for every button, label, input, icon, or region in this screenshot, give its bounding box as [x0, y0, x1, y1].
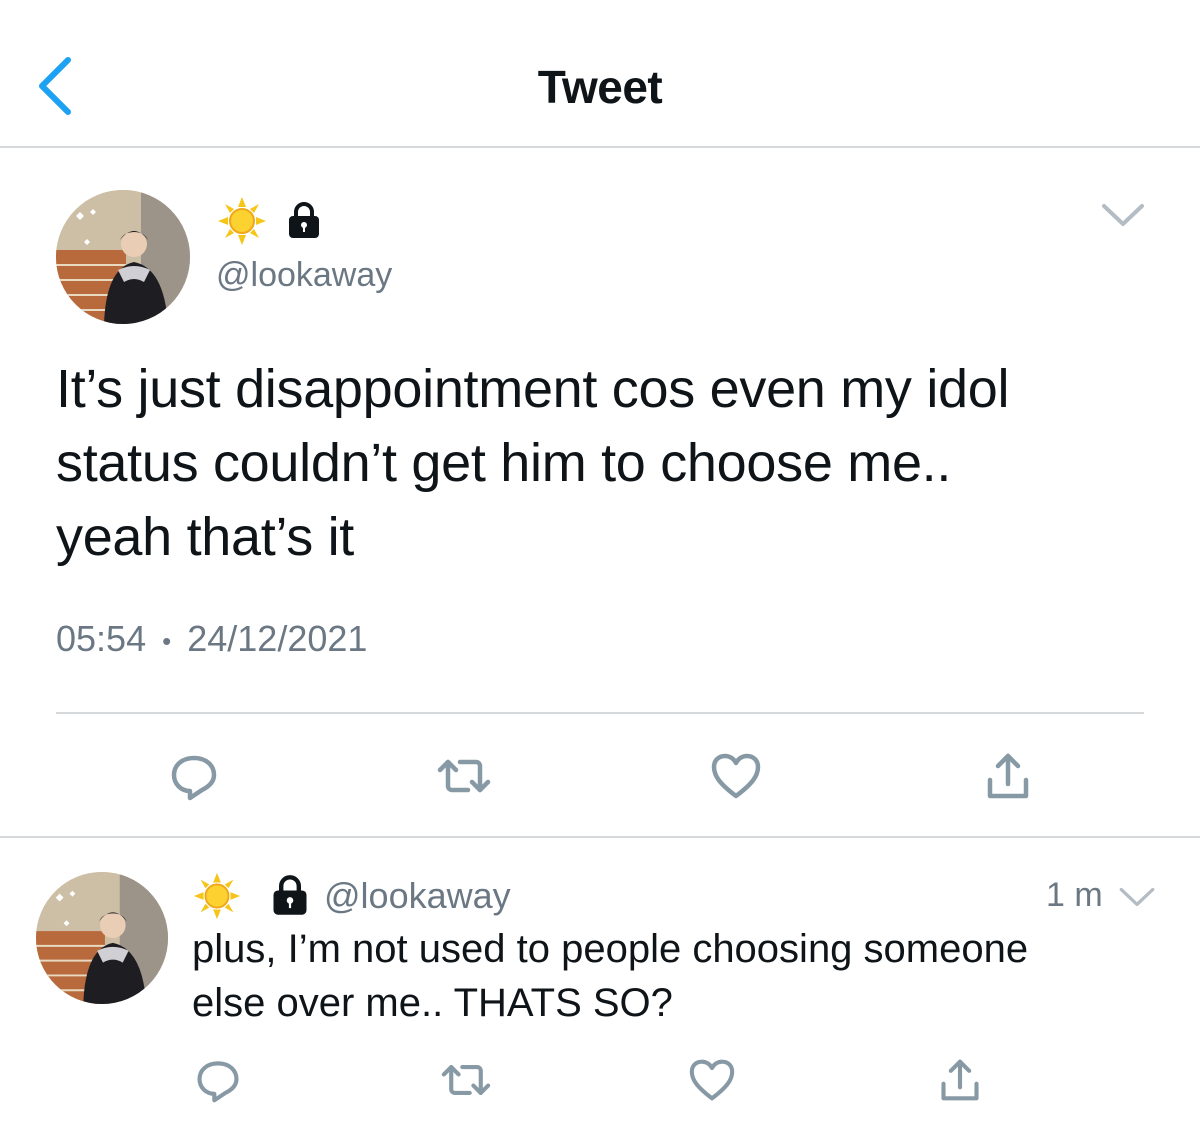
chevron-down-icon: [1119, 887, 1155, 907]
page-title: Tweet: [537, 61, 663, 113]
reply-handle[interactable]: @lookaway: [324, 875, 511, 917]
divider: [56, 712, 1144, 714]
lock-icon: [273, 875, 307, 915]
tweet-timestamp: 05:54 • 24/12/2021: [56, 618, 367, 660]
share-button[interactable]: [978, 746, 1038, 806]
like-button[interactable]: [706, 746, 766, 806]
tweet-text: It’s just disappointment cos even my ido…: [56, 352, 1156, 574]
tweet-text-line: yeah that’s it: [56, 507, 354, 567]
navigation-bar: Tweet: [0, 0, 1200, 148]
reply-text: plus, I’m not used to people choosing so…: [192, 922, 1182, 1030]
reply-button[interactable]: [190, 1052, 246, 1108]
retweet-button[interactable]: [434, 746, 494, 806]
reply-age: 1 m: [1046, 876, 1103, 914]
tweet-text-line: status couldn’t get him to choose me..: [56, 433, 952, 493]
sun-emoji-icon: [218, 197, 266, 245]
sun-emoji-icon: [193, 872, 241, 920]
avatar[interactable]: [36, 872, 168, 1004]
tweet-time: 05:54: [56, 618, 147, 659]
avatar[interactable]: [56, 190, 190, 324]
share-button[interactable]: [932, 1052, 988, 1108]
tweet-options-button[interactable]: [1100, 200, 1146, 230]
chevron-down-icon: [1102, 204, 1144, 226]
like-button[interactable]: [684, 1052, 740, 1108]
meta-separator: •: [162, 625, 172, 656]
reply-options-button[interactable]: [1118, 884, 1156, 910]
lock-icon: [289, 202, 319, 238]
share-icon: [987, 753, 1029, 799]
divider: [0, 836, 1200, 838]
tweet-text-line: It’s just disappointment cos even my ido…: [56, 359, 1010, 419]
tweet-handle[interactable]: @lookaway: [216, 256, 392, 295]
reply-text-line: plus, I’m not used to people choosing so…: [192, 927, 1029, 971]
reply-icon: [197, 1061, 239, 1103]
retweet-icon: [441, 1065, 491, 1095]
display-name: [216, 196, 322, 246]
reply-text-line: else over me.. THATS SO?: [192, 981, 673, 1025]
retweet-button[interactable]: [438, 1052, 494, 1108]
like-icon: [689, 1059, 735, 1101]
reply-header: @lookaway: [192, 872, 511, 920]
share-icon: [941, 1059, 979, 1101]
tweet-date: 24/12/2021: [187, 618, 368, 659]
reply-button[interactable]: [164, 746, 224, 806]
reply-icon: [171, 755, 217, 801]
retweet-icon: [437, 759, 491, 793]
like-icon: [711, 753, 761, 799]
